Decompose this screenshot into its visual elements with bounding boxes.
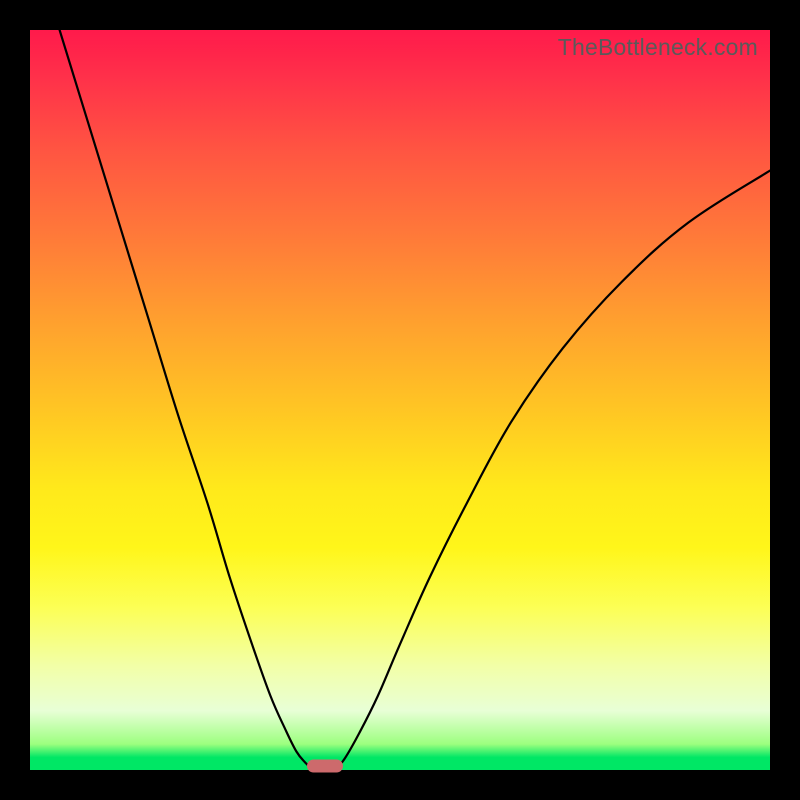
chart-frame: TheBottleneck.com [0, 0, 800, 800]
plot-area: TheBottleneck.com [30, 30, 770, 770]
curves-svg [30, 30, 770, 770]
optimum-marker [307, 759, 343, 772]
left-curve [60, 30, 315, 770]
right-curve [335, 171, 770, 770]
